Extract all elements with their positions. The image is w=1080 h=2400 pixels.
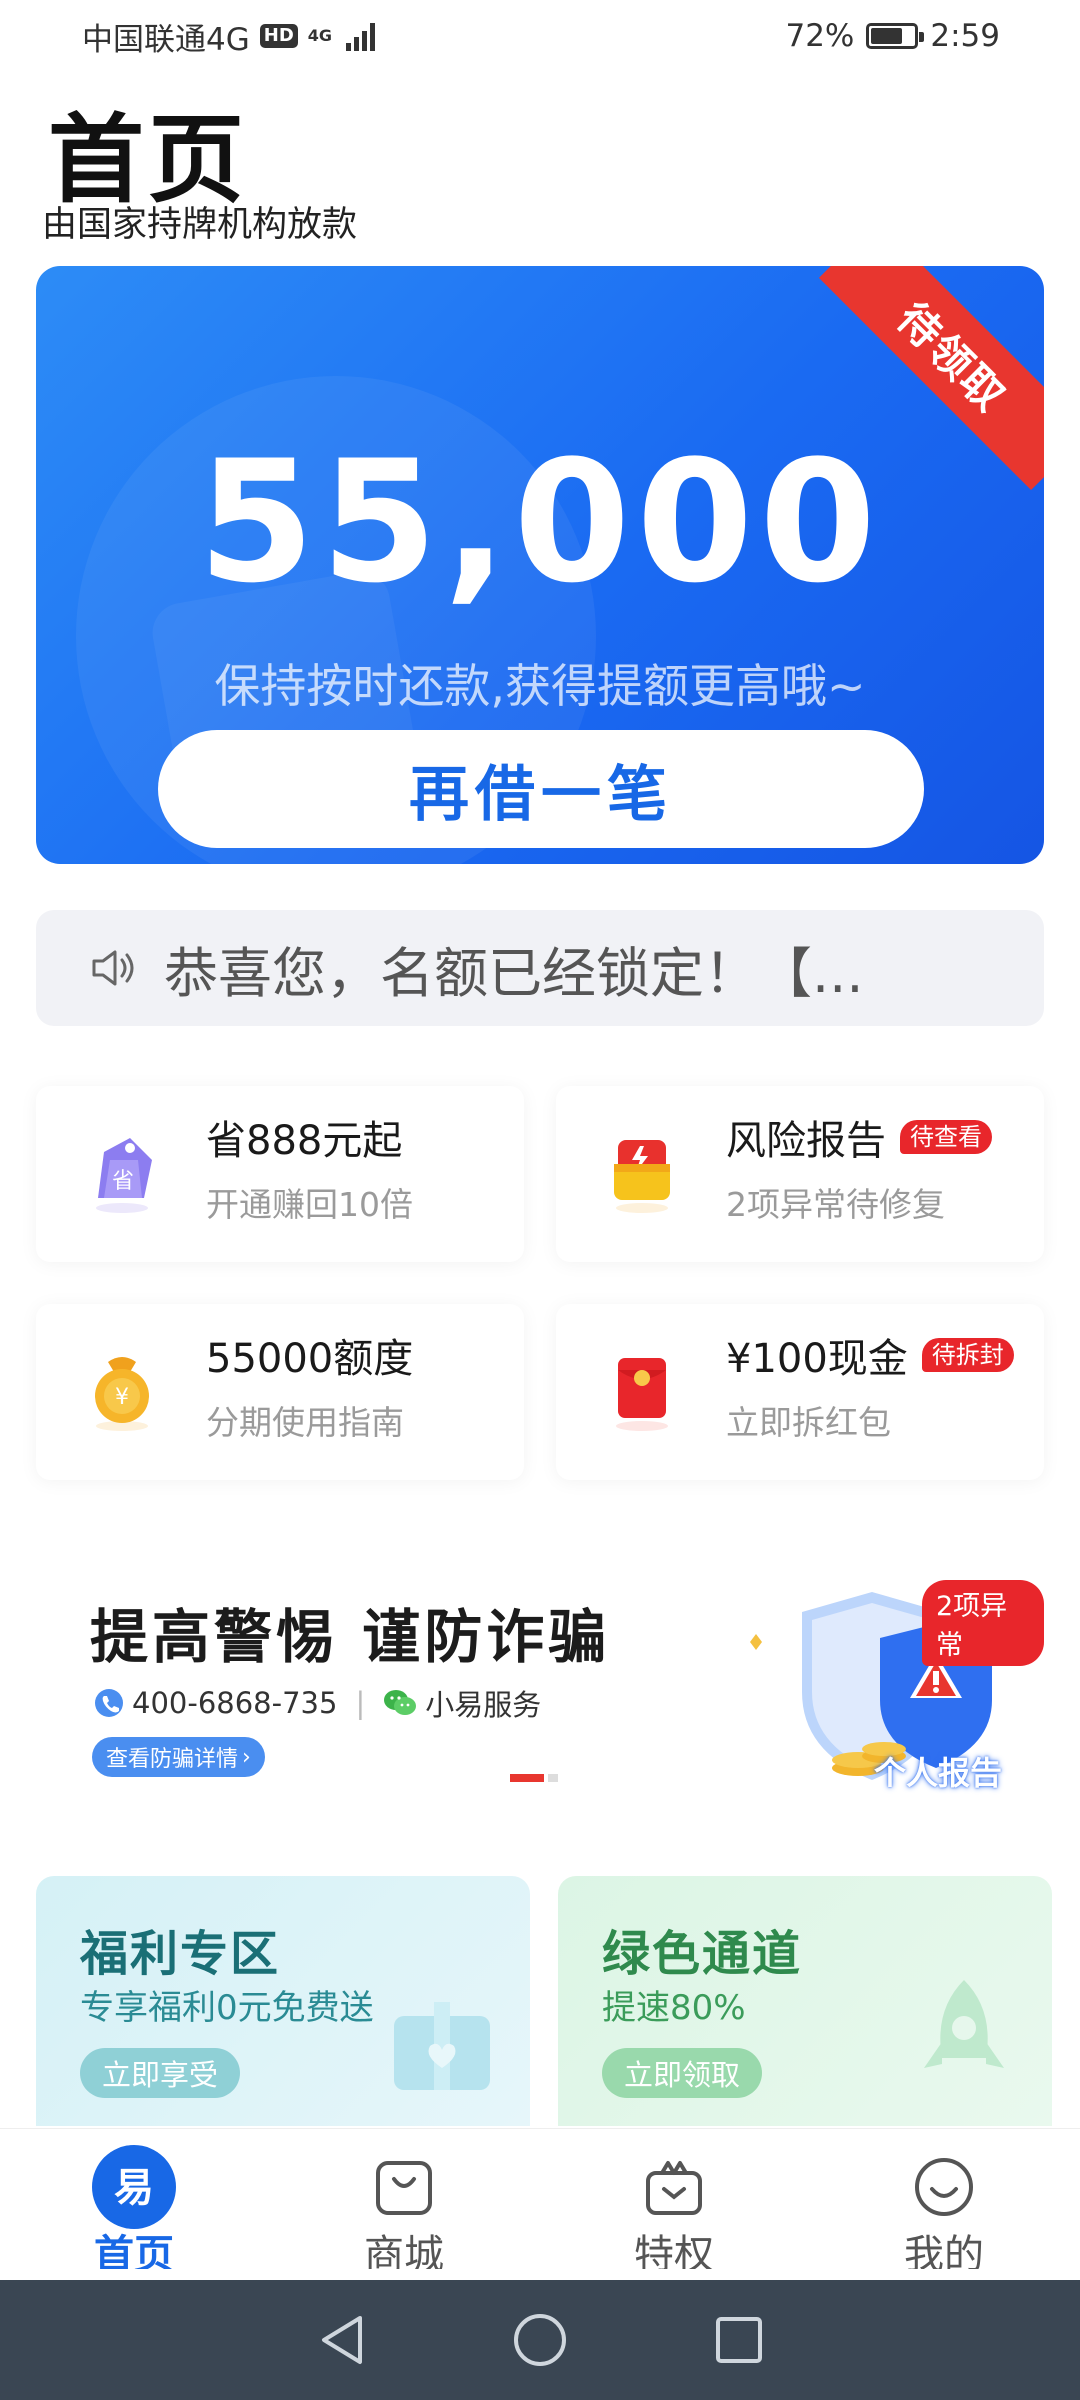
speaker-icon bbox=[92, 950, 134, 986]
feature-subtitle: 开通赚回10倍 bbox=[206, 1185, 413, 1224]
feature-card-cash[interactable]: ¥100现金 待拆封 立即拆红包 bbox=[556, 1304, 1044, 1480]
svg-text:易: 易 bbox=[114, 2165, 154, 2211]
feature-card-savings[interactable]: 省 省888元起 开通赚回10倍 bbox=[36, 1086, 524, 1262]
promo-subtitle: 提速80% bbox=[602, 1988, 746, 2028]
risk-report-icon bbox=[614, 1140, 670, 1213]
svg-text:¥: ¥ bbox=[115, 1385, 129, 1410]
anti-fraud-banner[interactable]: 提高警惕 谨防诈骗 400-6868-735 | 小易服务 查看防骗详情 › 2… bbox=[36, 1552, 1044, 1802]
tab-mall[interactable]: 商城 bbox=[304, 2129, 504, 2281]
wechat-icon bbox=[384, 1690, 417, 1715]
fraud-details-label: 查看防骗详情 bbox=[106, 1747, 239, 1772]
personal-report-label: 个人报告 bbox=[874, 1754, 1003, 1792]
feature-card-credit-limit[interactable]: ¥ 55000额度 分期使用指南 bbox=[36, 1304, 524, 1480]
tab-home[interactable]: 易 首页 bbox=[34, 2129, 234, 2281]
credit-limit-card[interactable]: 待领取 55,000 保持按时还款,获得提额更高哦~ 再借一笔 bbox=[36, 266, 1044, 864]
clock: 2:59 bbox=[930, 18, 1000, 54]
rocket-icon bbox=[924, 1980, 1004, 2068]
banner-title: 提高警惕 谨防诈骗 bbox=[90, 1603, 611, 1671]
shopping-bag-icon bbox=[362, 2145, 446, 2229]
tab-privileges[interactable]: 特权 bbox=[574, 2129, 774, 2281]
tab-label: 商城 bbox=[364, 2233, 444, 2269]
gift-icon bbox=[394, 2002, 490, 2090]
welfare-zone-card[interactable]: 福利专区 专享福利0元免费送 立即享受 bbox=[36, 1876, 530, 2126]
system-nav-bar bbox=[0, 2280, 1080, 2400]
feature-card-risk-report[interactable]: 风险报告 待查看 2项异常待修复 bbox=[556, 1086, 1044, 1262]
recents-icon[interactable] bbox=[714, 2315, 764, 2365]
tab-label: 特权 bbox=[634, 2233, 714, 2269]
page-subtitle: 由国家持牌机构放款 bbox=[42, 205, 358, 245]
hotline-number: 400-6868-735 bbox=[132, 1686, 338, 1720]
notice-bar[interactable]: 恭喜您，名额已经锁定！【... bbox=[36, 910, 1044, 1026]
tab-label: 我的 bbox=[904, 2233, 984, 2269]
fraud-details-link[interactable]: 查看防骗详情 › bbox=[92, 1737, 265, 1777]
feature-subtitle: 2项异常待修复 bbox=[726, 1185, 945, 1224]
back-icon[interactable] bbox=[316, 2312, 366, 2368]
savings-tag-icon: 省 bbox=[96, 1138, 152, 1213]
to-view-badge: 待查看 bbox=[900, 1120, 992, 1154]
anomaly-badge: 2项异常 bbox=[922, 1580, 1044, 1666]
promo-title: 福利专区 bbox=[80, 1926, 281, 1982]
smile-face-icon bbox=[902, 2145, 986, 2229]
hd-badge: HD bbox=[259, 24, 298, 48]
home-icon[interactable] bbox=[512, 2312, 568, 2368]
phone-icon bbox=[95, 1689, 123, 1717]
signal-icon bbox=[346, 21, 376, 51]
gift-box-icon bbox=[632, 2145, 716, 2229]
carousel-indicator bbox=[510, 1774, 558, 1782]
battery-percent: 72% bbox=[785, 18, 855, 54]
borrow-again-button[interactable]: 再借一笔 bbox=[158, 730, 924, 848]
tab-label: 首页 bbox=[94, 2233, 174, 2269]
repayment-tip: 保持按时还款,获得提额更高哦~ bbox=[214, 659, 866, 713]
feature-title: 风险报告 bbox=[726, 1118, 886, 1164]
enjoy-now-button[interactable]: 立即享受 bbox=[80, 2048, 241, 2098]
feature-title: 55000额度 bbox=[206, 1336, 414, 1382]
bottom-nav: 易 首页 商城 特权 我的 bbox=[0, 2128, 1080, 2280]
promo-title: 绿色通道 bbox=[602, 1926, 803, 1982]
feature-title: 省888元起 bbox=[206, 1118, 403, 1164]
feature-subtitle: 立即拆红包 bbox=[726, 1403, 891, 1442]
battery-icon bbox=[866, 23, 925, 49]
credit-amount: 55,000 bbox=[197, 424, 883, 620]
claim-now-button[interactable]: 立即领取 bbox=[602, 2048, 763, 2098]
red-envelope-icon bbox=[616, 1358, 668, 1431]
tab-mine[interactable]: 我的 bbox=[844, 2129, 1044, 2281]
green-channel-card[interactable]: 绿色通道 提速80% 立即领取 bbox=[558, 1876, 1052, 2126]
banner-contact: 400-6868-735 | 小易服务 bbox=[94, 1682, 541, 1724]
carrier-label: 中国联通4G bbox=[82, 21, 250, 58]
chevron-right-icon: › bbox=[242, 1744, 251, 1770]
promo-subtitle: 专享福利0元免费送 bbox=[80, 1988, 374, 2028]
notice-text: 恭喜您，名额已经锁定！【... bbox=[164, 941, 864, 1005]
service-account: 小易服务 bbox=[425, 1688, 542, 1722]
network-type: 4G bbox=[307, 26, 333, 45]
feature-subtitle: 分期使用指南 bbox=[206, 1403, 404, 1442]
status-bar: 中国联通4G HD 4G 72% 2:59 bbox=[0, 0, 1080, 72]
home-logo-icon: 易 bbox=[92, 2145, 176, 2229]
svg-text:省: 省 bbox=[112, 1169, 134, 1194]
money-bag-icon: ¥ bbox=[95, 1357, 149, 1431]
to-open-badge: 待拆封 bbox=[921, 1338, 1014, 1372]
feature-title: ¥100现金 bbox=[726, 1336, 908, 1382]
